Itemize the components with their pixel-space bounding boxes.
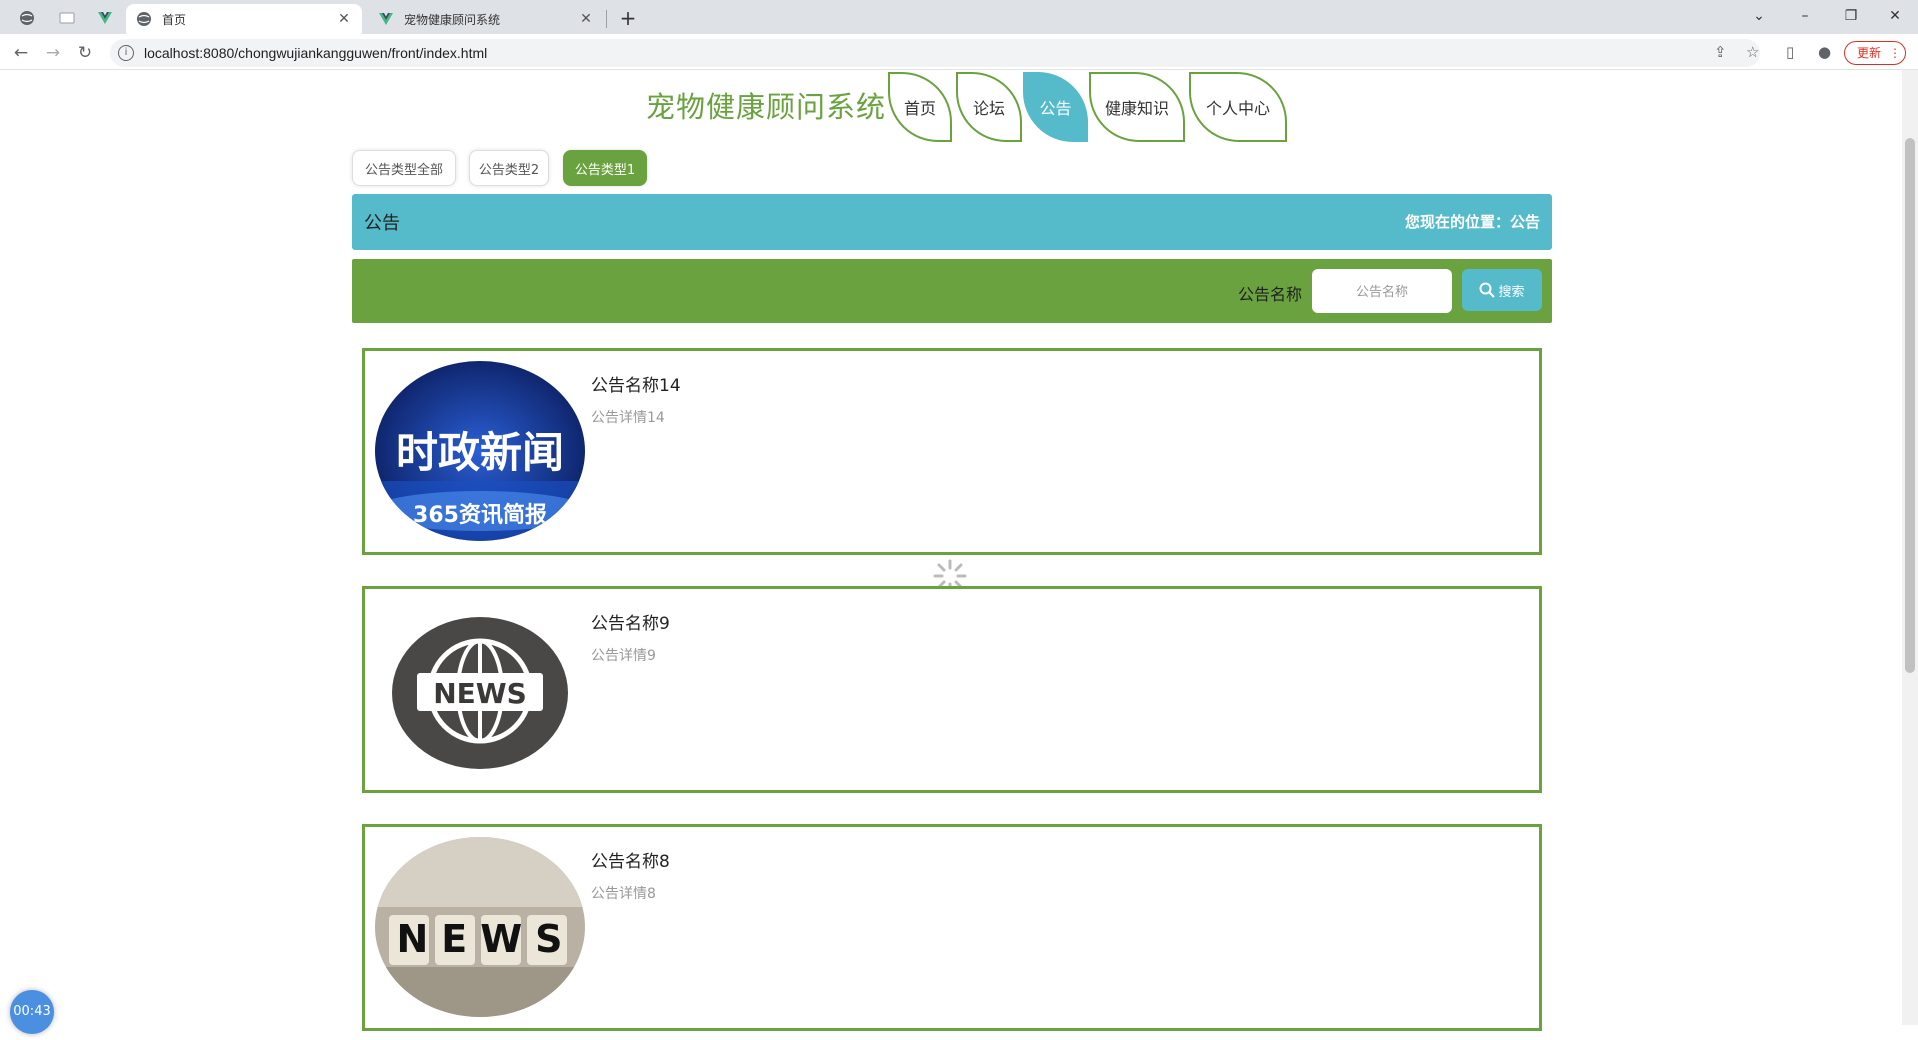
news-blocks-image[interactable]: NEWS: [375, 837, 585, 1017]
globe-icon: [136, 11, 152, 27]
image-text: NEWS: [396, 917, 576, 961]
update-button[interactable]: 更新 ⋮: [1844, 41, 1906, 65]
breadcrumb-bar: 公告 您现在的位置：公告: [352, 194, 1552, 250]
tab-pet-system[interactable]: 宠物健康顾问系统 ✕: [368, 4, 604, 34]
page-content: 宠物健康顾问系统 首页 论坛 公告 健康知识 个人中心 公告类型全部 公告类型2…: [0, 70, 1918, 1040]
nav-health-knowledge[interactable]: 健康知识: [1089, 72, 1185, 142]
minimize-icon[interactable]: –: [1782, 4, 1828, 28]
nav-home[interactable]: 首页: [888, 72, 952, 142]
search-icon: [1479, 282, 1496, 298]
breadcrumb-title: 公告: [364, 213, 400, 234]
breadcrumb-location: 您现在的位置：公告: [1404, 213, 1540, 231]
tab-search-chevron-icon[interactable]: ⌄: [1736, 4, 1782, 28]
news-banner-image[interactable]: 时政新闻 365资讯简报: [375, 361, 585, 541]
search-button[interactable]: 搜索: [1462, 269, 1542, 311]
close-window-icon[interactable]: ✕: [1872, 4, 1918, 28]
pinned-tab-vue-icon[interactable]: [88, 4, 122, 32]
forward-arrow-icon[interactable]: →: [40, 40, 66, 66]
search-label: 公告名称: [1238, 285, 1303, 304]
announcement-card[interactable]: NEWS 公告名称8 公告详情8: [362, 824, 1542, 1031]
image-text: NEWS: [433, 677, 527, 710]
announcement-detail: 公告详情8: [591, 886, 656, 902]
image-text: 时政新闻: [395, 428, 564, 477]
announcement-title[interactable]: 公告名称8: [591, 847, 670, 872]
profile-avatar-icon[interactable]: ●: [1818, 43, 1831, 61]
announcement-card[interactable]: 时政新闻 365资讯简报 公告名称14 公告详情14: [362, 348, 1542, 555]
type-1-button[interactable]: 公告类型1: [563, 150, 647, 186]
vue-icon: [378, 11, 394, 27]
recording-timer-badge: 00:43: [10, 990, 54, 1034]
nav-personal-center[interactable]: 个人中心: [1189, 72, 1287, 142]
menu-dots-icon: ⋮: [1889, 46, 1902, 60]
site-title: 宠物健康顾问系统: [646, 90, 887, 124]
tab-divider: [606, 10, 607, 28]
type-2-button[interactable]: 公告类型2: [469, 150, 549, 186]
announcement-title[interactable]: 公告名称9: [591, 609, 670, 634]
nav-forum[interactable]: 论坛: [956, 72, 1022, 142]
nav-announcement[interactable]: 公告: [1023, 72, 1088, 142]
bookmark-star-icon[interactable]: ☆: [1746, 43, 1759, 61]
announcement-detail: 公告详情14: [591, 410, 665, 426]
restore-icon[interactable]: ❐: [1828, 4, 1874, 28]
tab-home[interactable]: 首页 ✕: [126, 4, 362, 34]
announcement-detail: 公告详情9: [591, 648, 656, 664]
announcement-card[interactable]: NEWS 公告名称9 公告详情9: [362, 586, 1542, 793]
browser-toolbar: ← → ↻ i localhost:8080/chongwujiankanggu…: [0, 34, 1918, 70]
search-button-label: 搜索: [1498, 284, 1525, 300]
image-subtext: 365资讯简报: [413, 503, 547, 528]
announcement-title[interactable]: 公告名称14: [591, 371, 681, 396]
search-input[interactable]: [1312, 269, 1452, 313]
new-tab-button[interactable]: +: [616, 6, 640, 30]
page-scrollbar[interactable]: [1902, 70, 1918, 1025]
search-bar: 公告名称 搜索: [352, 259, 1552, 323]
close-tab-icon[interactable]: ✕: [336, 11, 352, 27]
tab-title: 宠物健康顾问系统: [404, 12, 501, 27]
share-icon[interactable]: ⇪: [1714, 43, 1727, 61]
side-panel-icon[interactable]: ▯: [1786, 43, 1794, 61]
scrollbar-thumb[interactable]: [1905, 138, 1915, 673]
address-bar[interactable]: i localhost:8080/chongwujiankangguwen/fr…: [110, 39, 1760, 67]
pinned-tab-globe-icon[interactable]: [10, 4, 44, 32]
url-text: localhost:8080/chongwujiankangguwen/fron…: [144, 45, 488, 61]
tab-title: 首页: [162, 12, 187, 27]
pinned-tab-blank-icon[interactable]: [50, 4, 84, 32]
browser-tab-bar: 首页 ✕ 宠物健康顾问系统 ✕ + ⌄ – ❐ ✕: [0, 0, 1918, 34]
globe-news-image[interactable]: NEWS: [375, 599, 585, 779]
info-icon[interactable]: i: [118, 45, 134, 61]
type-all-button[interactable]: 公告类型全部: [352, 150, 456, 186]
reload-icon[interactable]: ↻: [72, 40, 98, 66]
update-label: 更新: [1857, 46, 1882, 60]
close-tab-icon[interactable]: ✕: [578, 11, 594, 27]
back-arrow-icon[interactable]: ←: [8, 40, 34, 66]
